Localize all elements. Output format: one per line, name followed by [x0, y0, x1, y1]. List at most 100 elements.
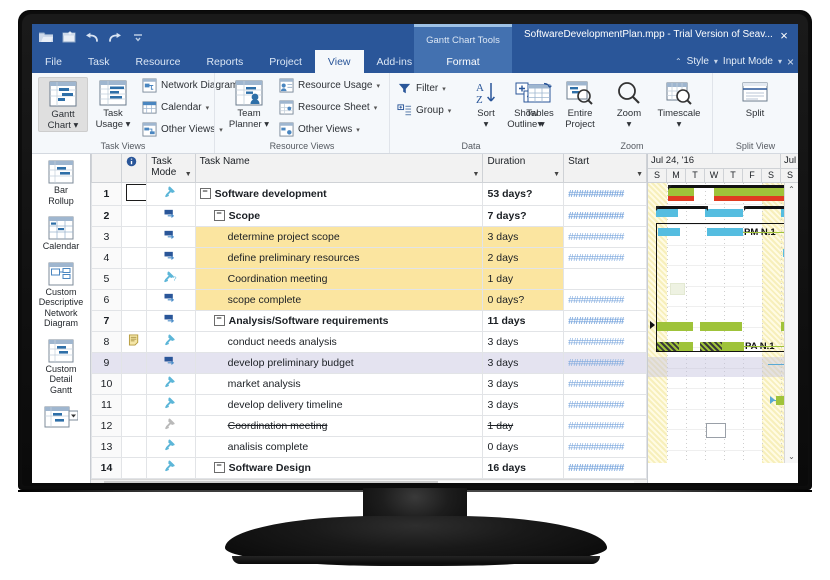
column-header-task-name[interactable]: Task Name ▼ — [194, 154, 484, 183]
row-id-cell[interactable]: 3 — [91, 226, 122, 248]
customize-qat-icon[interactable] — [130, 29, 146, 45]
selected-cell-marker[interactable] — [125, 183, 146, 201]
chevron-down-icon[interactable]: ▾ — [356, 126, 360, 134]
ribbon-tabs[interactable]: File Task Resource Reports Project View Add-in… — [32, 50, 425, 73]
row-duration-cell[interactable]: 0 days — [482, 436, 565, 458]
row-duration-cell[interactable]: 16 days — [482, 457, 565, 479]
sort-button[interactable]: A Z Sort ▾ — [468, 77, 504, 130]
row-id-cell[interactable]: 13 — [91, 436, 122, 458]
tab-file[interactable]: File — [32, 50, 75, 73]
row-task-name-cell[interactable]: develop delivery timeline — [194, 394, 484, 416]
row-task-name-cell[interactable]: conduct needs analysis — [194, 331, 484, 353]
row-indicator-cell[interactable] — [120, 310, 148, 332]
hscroll-thumb[interactable] — [104, 481, 438, 483]
row-start-cell[interactable]: ########### — [563, 331, 647, 353]
chevron-down-icon[interactable]: ▼ — [636, 171, 643, 178]
table-row[interactable]: 10 market analysis 3 days ########### — [91, 373, 647, 395]
gantt-bar-row3[interactable] — [658, 228, 680, 236]
sidebar-item-custom-detail-gantt[interactable]: Custom Detail Gantt — [32, 333, 90, 400]
table-row[interactable]: 3 determine project scope 3 days ##########… — [91, 226, 647, 248]
row-indicator-cell[interactable] — [120, 289, 148, 311]
gantt-bar-row8[interactable] — [679, 342, 693, 351]
row-task-mode-cell[interactable] — [146, 289, 196, 311]
row-task-mode-cell[interactable] — [146, 310, 196, 332]
row-start-cell[interactable]: ########### — [563, 352, 647, 374]
table-row[interactable]: 5? Coordination meeting 1 day — [91, 268, 647, 290]
timescale-button[interactable]: Timescale ▾ — [652, 77, 706, 130]
row-task-name-cell[interactable]: − Analysis/Software requirements — [194, 310, 484, 332]
collapse-expand-icon[interactable]: − — [213, 210, 225, 222]
row-task-mode-cell[interactable] — [146, 247, 196, 269]
entire-project-button[interactable]: Entire Project — [556, 77, 604, 130]
chevron-down-icon[interactable]: ▼ — [553, 171, 560, 178]
tab-format[interactable]: Format — [414, 50, 512, 73]
tab-project[interactable]: Project — [256, 50, 315, 73]
resource-usage-button[interactable]: Resource Usage ▾ — [279, 78, 380, 93]
column-header-indicator[interactable] — [120, 154, 148, 183]
chevron-down-icon[interactable]: ▾ — [376, 82, 380, 90]
group-button[interactable]: Group ▾ — [397, 103, 451, 118]
row-task-name-cell[interactable]: − Software Design — [194, 457, 484, 479]
table-row[interactable]: 11 develop delivery timeline 3 days #######… — [91, 394, 647, 416]
row-task-mode-cell[interactable] — [146, 415, 196, 437]
row-id-cell[interactable]: 1 — [91, 182, 122, 206]
close-icon[interactable]: × — [776, 28, 792, 44]
chevron-down-icon[interactable]: ▾ — [448, 107, 452, 115]
table-row[interactable]: 1− Software development 53 days? ##########… — [91, 182, 647, 206]
scroll-down-icon[interactable]: ⌄ — [785, 450, 798, 463]
row-indicator-cell[interactable] — [120, 373, 148, 395]
row-duration-cell[interactable]: 7 days? — [482, 205, 565, 227]
row-id-cell[interactable]: 8 — [91, 331, 122, 353]
row-indicator-cell[interactable] — [120, 205, 148, 227]
row-task-mode-cell[interactable] — [146, 394, 196, 416]
tab-view[interactable]: View — [314, 50, 364, 73]
row-id-cell[interactable]: 7 — [91, 310, 122, 332]
gantt-bars-area[interactable]: PM N.1 PA N.1 — [648, 183, 798, 463]
row-id-cell[interactable]: 9 — [91, 352, 122, 374]
table-row[interactable]: 13 analisis complete 0 days ########### — [91, 436, 647, 458]
scroll-left-icon[interactable]: ‹ — [91, 482, 104, 483]
zoom-button[interactable]: Zoom ▾ — [605, 77, 653, 130]
sidebar-item-bar-rollup[interactable]: Bar Rollup — [32, 154, 90, 210]
row-task-name-cell[interactable]: develop preliminary budget — [194, 352, 484, 374]
row-indicator-cell[interactable] — [120, 436, 148, 458]
tab-reports[interactable]: Reports — [193, 50, 256, 73]
gantt-empty-cell[interactable] — [706, 423, 726, 438]
row-task-mode-cell[interactable] — [146, 205, 196, 227]
sidebar-item-custom-descriptive-network-diagram[interactable]: Custom Descriptive Network Diagram — [32, 256, 90, 333]
gantt-bar-row7[interactable] — [657, 322, 693, 331]
tab-resource[interactable]: Resource — [123, 50, 194, 73]
new-icon[interactable] — [61, 29, 77, 45]
table-row[interactable]: 2− Scope 7 days? ########### — [91, 205, 647, 227]
collapse-ribbon-icon[interactable]: ⌃ — [675, 57, 682, 66]
row-duration-cell[interactable]: 0 days? — [482, 289, 565, 311]
row-task-name-cell[interactable]: define preliminary resources — [194, 247, 484, 269]
resource-sheet-button[interactable]: Resource Sheet ▾ — [279, 100, 377, 115]
row-indicator-cell[interactable] — [120, 352, 148, 374]
row-id-cell[interactable]: 5 — [91, 268, 122, 290]
input-mode-label[interactable]: Input Mode — [723, 56, 773, 67]
collapse-expand-icon[interactable]: − — [213, 315, 225, 327]
row-duration-cell[interactable]: 3 days — [482, 373, 565, 395]
gantt-bar-row7b[interactable] — [700, 322, 742, 331]
row-id-cell[interactable]: 4 — [91, 247, 122, 269]
row-task-mode-cell[interactable] — [146, 226, 196, 248]
row-id-cell[interactable]: 12 — [91, 415, 122, 437]
filter-button[interactable]: Filter ▾ — [397, 81, 446, 96]
row-indicator-cell[interactable] — [120, 268, 148, 290]
row-task-name-cell[interactable]: determine project scope — [194, 226, 484, 248]
other-views-task-button[interactable]: Other Views ▾ — [142, 122, 223, 137]
team-planner-button[interactable]: Team Planner ▾ — [225, 77, 273, 130]
chevron-down-icon[interactable]: ▾ — [206, 104, 210, 112]
view-bar[interactable]: Bar Rollup Calendar Custom Descriptive N… — [32, 154, 91, 483]
row-task-mode-cell[interactable]: ? — [146, 268, 196, 290]
row-id-cell[interactable]: 11 — [91, 394, 122, 416]
row-task-mode-cell[interactable] — [146, 457, 196, 479]
gantt-bar-row2b[interactable] — [705, 209, 743, 217]
row-duration-cell[interactable]: 1 day — [482, 268, 565, 290]
gantt-bar-row8-hatch[interactable] — [657, 342, 679, 351]
scroll-right-icon[interactable]: › — [634, 482, 647, 483]
row-indicator-cell[interactable] — [120, 415, 148, 437]
close-document-icon[interactable]: × — [787, 55, 794, 69]
redo-icon[interactable] — [107, 29, 123, 45]
